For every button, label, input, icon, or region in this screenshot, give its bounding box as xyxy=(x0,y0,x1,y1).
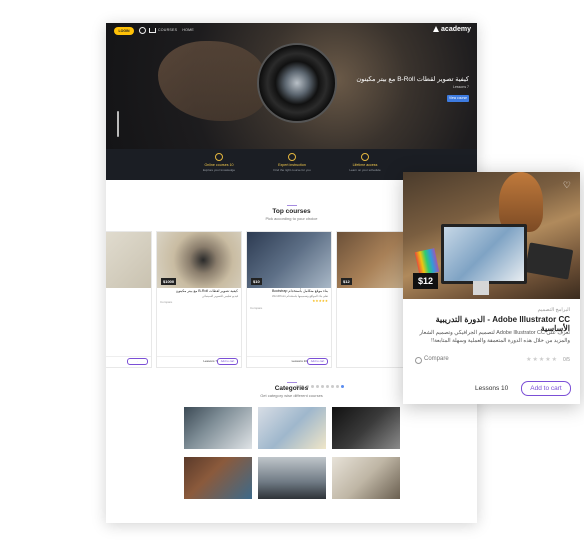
hero-title: كيفية تصوير لقطات B-Roll مع بيتر مكينون xyxy=(356,76,469,83)
compare-toggle[interactable]: Compare xyxy=(157,298,241,306)
feature-lifetime-access: Lifetime access Learn on your schedule xyxy=(330,153,400,172)
price-badge: $10 xyxy=(251,278,262,285)
logo-icon xyxy=(433,26,440,32)
thumbnail-color-swatches xyxy=(414,248,440,276)
course-card[interactable]: · xyxy=(106,231,152,368)
main-nav: COURSES HOME xyxy=(158,28,198,32)
online-courses-icon xyxy=(215,153,223,161)
category-tile[interactable] xyxy=(258,457,326,499)
feature-subtitle: Learn on your schedule xyxy=(349,168,381,172)
thumbnail-monitor-stand xyxy=(473,281,489,295)
add-to-cart-button[interactable]: · xyxy=(127,358,148,365)
expert-instruction-icon xyxy=(288,153,296,161)
lessons-count: Lessons 10 xyxy=(291,359,307,363)
feature-title: Expert instruction xyxy=(278,163,306,167)
price-badge: $12 xyxy=(341,278,352,285)
rating-stars: ★★★★★ xyxy=(526,357,558,363)
feature-title: Online courses 10 xyxy=(204,163,234,167)
logo-text: academy xyxy=(441,26,471,33)
category-tile[interactable] xyxy=(184,407,252,449)
category-tile[interactable] xyxy=(184,457,252,499)
feature-expert-instruction: Expert instruction Find the right course… xyxy=(257,153,327,172)
price-badge: $1000 xyxy=(161,278,177,285)
hero-lessons: Lessons 7 xyxy=(453,85,469,89)
hero-banner: LOGIN COURSES HOME academy كيفية تصوير ل… xyxy=(106,23,477,149)
course-description: تعرف على Adobe Illustrator CC لتصميم الج… xyxy=(419,330,570,344)
top-navbar: LOGIN COURSES HOME academy xyxy=(106,23,477,41)
lessons-count: Lessons 7 xyxy=(203,359,217,363)
rating-count: 0/5 xyxy=(563,357,570,363)
section-divider xyxy=(286,382,297,383)
hero-image-lens xyxy=(257,43,337,123)
card-footer: Lessons 7 Add to cart xyxy=(157,356,241,365)
card-footer: Lessons 10 Add to cart xyxy=(247,356,331,365)
course-category-label: البرامج التصميم xyxy=(537,307,570,313)
compare-label[interactable]: Compare xyxy=(424,356,449,362)
site-logo[interactable]: academy xyxy=(433,26,471,33)
category-tile[interactable] xyxy=(258,407,326,449)
lifetime-access-icon xyxy=(361,153,369,161)
lessons-count: Lessons 10 xyxy=(475,385,509,392)
compare-toggle[interactable]: Compare xyxy=(247,304,331,312)
feature-subtitle: Explore your knowledge xyxy=(202,168,236,172)
course-card[interactable]: $1000 كيفية تصوير لقطات B-Roll مع بيتر م… xyxy=(156,231,242,368)
view-course-button[interactable]: View course xyxy=(447,95,469,102)
course-thumbnail: $1000 xyxy=(157,232,241,288)
course-thumbnail: $10 xyxy=(247,232,331,288)
course-thumbnail: ♡ $12 xyxy=(403,172,580,299)
thumbnail-person xyxy=(499,172,543,232)
price-badge: $12 xyxy=(413,273,439,289)
nav-item-courses[interactable]: COURSES xyxy=(158,28,177,32)
thumbnail-monitor xyxy=(441,224,527,284)
section-divider xyxy=(286,205,297,206)
hero-slider-indicator[interactable] xyxy=(117,111,119,137)
category-tile[interactable] xyxy=(332,407,400,449)
featured-course-card[interactable]: ♡ $12 البرامج التصميم Adobe Illustrator … xyxy=(403,172,580,404)
feature-subtitle: Find the right course for you xyxy=(273,168,311,172)
add-to-cart-button[interactable]: Add to cart xyxy=(521,381,571,396)
login-button[interactable]: LOGIN xyxy=(114,27,134,35)
course-thumbnail xyxy=(106,232,151,288)
feature-online-courses: Online courses 10 Explore your knowledge xyxy=(184,153,254,172)
search-icon[interactable] xyxy=(139,27,146,34)
add-to-cart-button[interactable]: Add to cart xyxy=(307,358,328,365)
nav-item-home[interactable]: HOME xyxy=(182,28,194,32)
feature-title: Lifetime access xyxy=(352,163,378,167)
cart-icon[interactable] xyxy=(149,28,156,33)
compare-radio[interactable] xyxy=(415,357,422,364)
add-to-cart-button[interactable]: Add to cart xyxy=(217,358,238,365)
hero-image-hand xyxy=(158,41,268,121)
course-card[interactable]: $10 بناء موقع متكامل بأستخدام Bootstrap … xyxy=(246,231,332,368)
card-footer: · xyxy=(106,356,151,365)
thumbnail-tablet xyxy=(524,242,574,280)
category-tile[interactable] xyxy=(332,457,400,499)
wishlist-heart-icon[interactable]: ♡ xyxy=(563,180,571,191)
